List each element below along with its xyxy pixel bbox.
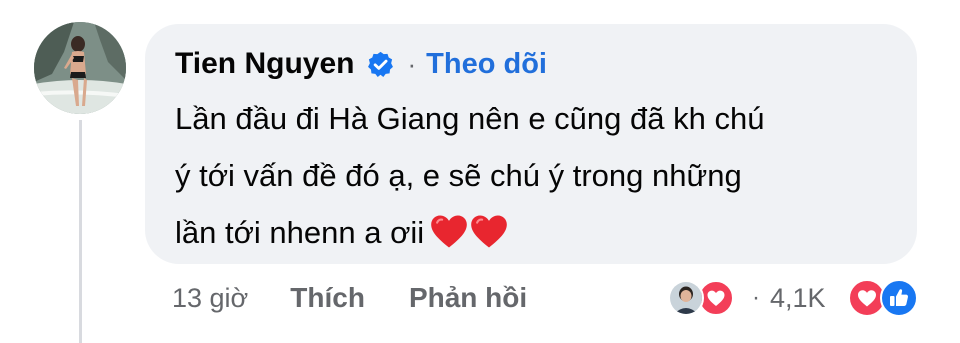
reactor-preview[interactable] [668,279,734,317]
comment-text-line: Lần đầu đi Hà Giang nên e cũng đã kh chú [175,101,765,136]
follow-button[interactable]: Theo dõi [426,48,547,81]
reaction-summary[interactable] [848,279,918,317]
verified-badge-icon [366,50,395,79]
reaction-count-text: 4,1K [770,282,826,313]
reactor-avatar [668,280,704,316]
comment-actions: 13 giờ Thích Phản hồi [172,278,527,318]
comment-header: Tien Nguyen · Theo dõi [175,44,547,84]
comment-bubble: Tien Nguyen · Theo dõi Lần đầu đi Hà Gia… [145,24,917,264]
red-heart-emoji-icon [470,210,508,248]
thread-connector-line [79,120,82,343]
comment-timestamp[interactable]: 13 giờ [172,283,248,314]
reaction-count[interactable]: · 4,1K [752,279,826,317]
comment-text: Lần đầu đi Hà Giang nên e cũng đã kh chú… [175,90,895,261]
reply-button[interactable]: Phản hồi [409,282,527,314]
author-name[interactable]: Tien Nguyen [175,47,354,81]
comment-text-line: lần tới nhenn a ơii [175,215,425,250]
commenter-avatar-image [34,22,126,114]
comment-thread: Tien Nguyen · Theo dõi Lần đầu đi Hà Gia… [0,0,960,343]
like-reaction-icon [880,279,918,317]
like-button[interactable]: Thích [290,282,365,314]
reaction-separator: · [752,284,760,311]
comment-text-line: ý tới vấn đề đó ạ, e sẽ chú ý trong nhữn… [175,158,742,193]
header-separator: · [407,48,417,79]
commenter-avatar[interactable] [34,22,126,114]
red-heart-emoji-icon [430,210,468,248]
